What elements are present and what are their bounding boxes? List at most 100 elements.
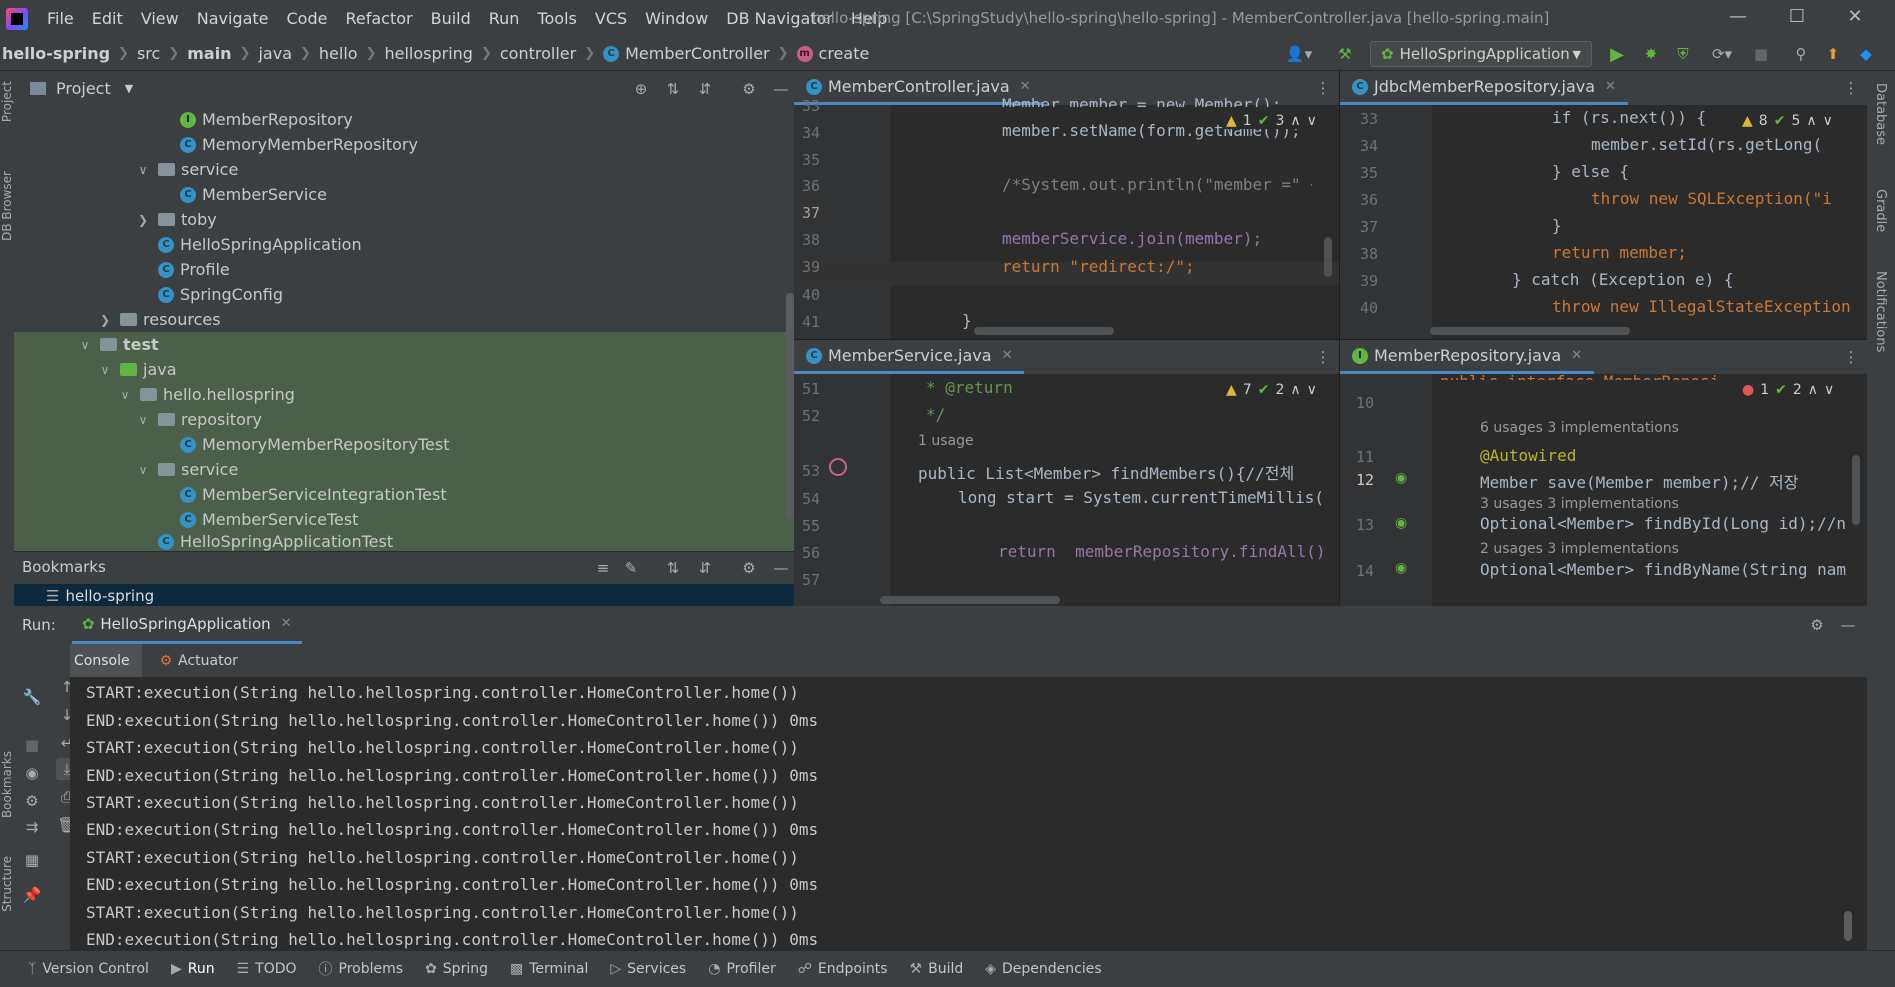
chevron-up-icon[interactable]: ∧ — [1290, 382, 1300, 398]
menu-build[interactable]: Build — [422, 9, 480, 28]
code-line[interactable]: member.setId(rs.getLong( — [1591, 135, 1822, 154]
implemented-icon[interactable]: ◉ — [1395, 470, 1407, 486]
gear-icon[interactable]: ⚙ — [738, 78, 760, 100]
chevron-up-icon[interactable]: ∧ — [1808, 382, 1818, 398]
tree-item[interactable]: C Profile — [14, 257, 794, 282]
usage-hint[interactable]: 1 usage — [918, 433, 974, 449]
menu-refactor[interactable]: Refactor — [336, 9, 421, 28]
tree-item[interactable]: C HelloSpringApplicationTest — [14, 532, 794, 551]
editor-hscrollbar[interactable] — [880, 596, 1060, 604]
spring-bean-icon[interactable] — [829, 458, 847, 476]
collapse-all-icon[interactable]: ⇵ — [694, 557, 716, 579]
menu-code[interactable]: Code — [278, 9, 337, 28]
editor-scrollbar[interactable] — [1324, 237, 1332, 277]
code-line[interactable]: * @return — [926, 378, 1013, 397]
update-icon[interactable]: ⬆ — [1822, 43, 1844, 65]
menu-tools[interactable]: Tools — [528, 9, 585, 28]
project-scrollbar[interactable] — [786, 293, 794, 519]
code-line[interactable]: */ — [926, 405, 945, 424]
chevron-down-icon[interactable]: ∨ — [1307, 382, 1317, 398]
code-line[interactable]: return "redirect:/"; — [1002, 257, 1195, 276]
chevron-down-icon[interactable]: ∨ — [136, 463, 150, 477]
crumb-java[interactable]: java — [258, 44, 292, 63]
expand-all-icon[interactable]: ⇅ — [662, 557, 684, 579]
code-line[interactable]: @Autowired — [1480, 446, 1576, 465]
code-line[interactable]: memberService.join(member); — [1002, 229, 1262, 248]
db-browser-tool-tab[interactable]: DB Browser — [0, 171, 14, 241]
settings-gear-icon[interactable]: ⚙ — [21, 790, 43, 812]
console-scrollbar[interactable] — [1844, 911, 1852, 941]
tree-item[interactable]: ∨ service — [14, 457, 794, 482]
implemented-icon[interactable]: ◉ — [1395, 515, 1407, 531]
code-line[interactable]: Optional<Member> findById(Long id);//n — [1480, 514, 1867, 533]
stop-icon[interactable]: ■ — [21, 734, 43, 756]
tab-member-repository[interactable]: I MemberRepository.java ✕ — [1340, 340, 1595, 374]
locate-icon[interactable]: ⊕ — [630, 78, 652, 100]
run-icon[interactable]: ▶ — [1606, 43, 1628, 65]
code-line[interactable]: } catch (Exception e) { — [1512, 270, 1734, 289]
tree-item[interactable]: C SpringConfig — [14, 282, 794, 307]
endpoints-tab[interactable]: ☍ Endpoints — [798, 961, 888, 977]
maximize-icon[interactable]: ☐ — [1774, 6, 1820, 30]
code-line[interactable]: } — [1552, 216, 1562, 235]
menu-view[interactable]: View — [132, 9, 188, 28]
more-options-icon[interactable]: ⋮ — [1840, 346, 1862, 368]
coverage-icon[interactable]: ⛨ — [1672, 43, 1694, 65]
menu-vcs[interactable]: VCS — [586, 9, 636, 28]
code-line[interactable]: long start = System.currentTimeMillis( — [958, 488, 1333, 507]
tree-item[interactable]: ❯ toby — [14, 207, 794, 232]
search-icon[interactable]: ⚲ — [1790, 43, 1812, 65]
run-config-tab[interactable]: ✿ HelloSpringApplication ✕ — [71, 606, 302, 644]
build-tab[interactable]: ⚒ Build — [910, 961, 964, 977]
gradle-tool-tab[interactable]: Gradle — [1873, 189, 1888, 232]
crumb-project[interactable]: hello-spring — [2, 44, 110, 63]
user-icon[interactable]: 👤▾ — [1282, 43, 1316, 65]
code-line[interactable]: public List<Member> findMembers(){//전체 — [918, 460, 1328, 484]
chevron-up-icon[interactable]: ∧ — [1806, 113, 1816, 129]
chevron-down-icon[interactable]: ∨ — [1823, 113, 1833, 129]
minimize-icon[interactable]: — — [1715, 6, 1761, 30]
tab-member-service[interactable]: C MemberService.java ✕ — [794, 340, 1025, 374]
more-options-icon[interactable]: ⋮ — [1312, 346, 1334, 368]
tree-item[interactable]: ∨ repository — [14, 407, 794, 432]
tree-item[interactable]: C MemoryMemberRepositoryTest — [14, 432, 794, 457]
tab-console[interactable]: Console — [62, 644, 142, 677]
hide-panel-icon[interactable]: — — [770, 78, 792, 100]
menu-navigate[interactable]: Navigate — [188, 9, 278, 28]
chevron-right-icon[interactable]: ❯ — [136, 213, 150, 227]
inspection-widget[interactable]: ▲ 7 ✔ 2 ∧ ∨ — [1222, 382, 1321, 398]
spring-tab[interactable]: ✿ Spring — [425, 961, 488, 977]
layout-icon[interactable]: ▦ — [21, 849, 43, 871]
chevron-right-icon[interactable]: ❯ — [98, 313, 112, 327]
inspection-widget[interactable]: ● 1 ✔ 2 ∧ ∨ — [1738, 382, 1839, 398]
code-line[interactable]: public interface MemberReposi... — [1440, 372, 1748, 380]
tree-item[interactable]: ∨ java — [14, 357, 794, 382]
editor-scrollbar[interactable] — [1852, 455, 1860, 525]
bookmarks-tool-tab[interactable]: Bookmarks — [0, 751, 14, 818]
close-tab-icon[interactable]: ✕ — [281, 616, 292, 631]
database-tool-tab[interactable]: Database — [1873, 83, 1888, 145]
code-line[interactable]: Optional<Member> findByName(String nam — [1480, 560, 1867, 579]
profiler-tab[interactable]: ◔ Profiler — [708, 961, 776, 977]
tree-item[interactable]: C HelloSpringApplication — [14, 232, 794, 257]
code-line[interactable]: Member member = new Member(); — [1002, 95, 1281, 107]
hide-panel-icon[interactable]: — — [1837, 614, 1859, 636]
tree-item[interactable]: C MemoryMemberRepository — [14, 132, 794, 157]
code-line[interactable]: throw new IllegalStateException — [1552, 297, 1851, 316]
crumb-member-controller[interactable]: MemberController — [625, 44, 770, 63]
crumb-src[interactable]: src — [137, 44, 160, 63]
code-line[interactable]: throw new SQLException("i — [1591, 189, 1832, 208]
editor-hscrollbar[interactable] — [974, 327, 1114, 335]
tree-item[interactable]: ❯ resources — [14, 307, 794, 332]
more-options-icon[interactable]: ⋮ — [1312, 77, 1334, 99]
code-line[interactable]: return member; — [1552, 243, 1687, 262]
menu-window[interactable]: Window — [636, 9, 717, 28]
code-line[interactable]: /*System.out.println("member =" + — [1002, 175, 1312, 194]
collapse-all-icon[interactable]: ⇵ — [694, 78, 716, 100]
close-tab-icon[interactable]: ✕ — [1002, 348, 1013, 363]
crumb-main[interactable]: main — [187, 44, 231, 63]
profile-run-icon[interactable]: ⟳▾ — [1702, 43, 1742, 65]
bookmark-list-item[interactable]: ☰ hello-spring — [14, 584, 794, 607]
editor-hscrollbar[interactable] — [1430, 327, 1630, 335]
close-tab-icon[interactable]: ✕ — [1605, 79, 1616, 94]
